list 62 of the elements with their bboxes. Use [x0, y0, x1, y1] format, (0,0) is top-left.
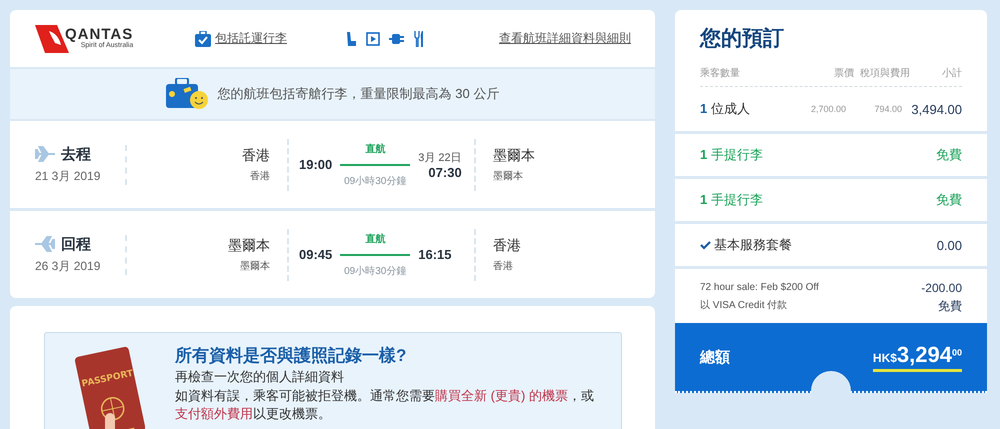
fork-knife-icon — [414, 30, 424, 46]
baggage-price: 免費 — [936, 146, 962, 164]
power-plug-icon — [389, 32, 405, 44]
departure-time: 09:45 — [299, 247, 332, 262]
origin-city: 香港 — [241, 146, 270, 164]
origin-airport: 香港 — [249, 170, 270, 182]
origin-city: 墨爾本 — [227, 236, 270, 254]
passport-warning-text: 如資料有誤，乘客可能被拒登機。通常您需要購買全新 (更貴) 的機票，或 支付額外費用以更改機票。 — [175, 387, 595, 423]
nonstop-label: 直航 — [364, 232, 386, 246]
passport-question: 所有資料是否與護照記錄一樣? — [175, 345, 408, 367]
airplane-icon — [35, 236, 55, 252]
adjustment-label: 72 hour sale: Feb $200 Off — [700, 281, 819, 295]
service-price: 0.00 — [936, 238, 962, 252]
destination-city: 墨爾本 — [493, 146, 535, 164]
flight-details-link[interactable]: 查看航班詳細資料與細則 — [499, 30, 631, 47]
flight-duration: 09小時30分鐘 — [343, 174, 408, 188]
notice-text: 您的航班包括寄艙行李，重量限制最高為 30 公斤 — [218, 85, 500, 103]
warning-link[interactable]: 購買全新 (更貴) 的機票 — [435, 388, 568, 403]
airplane-icon — [35, 146, 55, 162]
nonstop-label: 直航 — [364, 142, 386, 156]
flight-duration: 09小時30分鐘 — [343, 264, 408, 278]
trip-date: 26 3月 2019 — [35, 258, 102, 274]
suitcase-smiley-icon — [166, 78, 208, 110]
arrival-time: 07:30 — [427, 164, 462, 180]
total-amount: HK$3,294$^{00}$ — [872, 342, 962, 372]
logo-wordmark: QANTAS — [65, 27, 134, 42]
departure-time: 19:00 — [299, 157, 332, 172]
adjustment-value: -200.00 — [921, 280, 962, 297]
subtotal-amount: 3,494.00 — [910, 102, 962, 116]
baggage-item-label: 1 手提行李 — [700, 191, 763, 209]
subtotal-header: 小計 — [941, 66, 962, 80]
total-label: 總額 — [700, 348, 730, 366]
passenger-count-header: 乘客數量 — [700, 66, 741, 80]
video-icon — [366, 32, 380, 46]
passenger-label: 1 位成人 — [700, 100, 751, 118]
fare-amount: 2,700.00 — [810, 104, 846, 114]
warning-link[interactable]: 支付額外費用 — [175, 406, 253, 421]
adjustment-label: 以 VISA Credit 付款 — [700, 298, 788, 313]
service-label: 基本服務套餐 — [714, 236, 792, 254]
arrival-date: 3月 22日 — [418, 150, 462, 164]
destination-airport: 香港 — [493, 260, 514, 272]
destination-city: 香港 — [493, 236, 521, 254]
taxes-header: 稅項與費用 — [859, 66, 910, 80]
trip-date: 21 3月 2019 — [35, 168, 102, 184]
arrival-time: 16:15 — [418, 247, 452, 262]
destination-airport: 墨爾本 — [493, 170, 524, 182]
booking-title: 您的預訂 — [700, 26, 785, 52]
trip-direction: 去程 — [61, 144, 91, 164]
flight-line — [340, 254, 410, 256]
baggage-price: 免費 — [936, 191, 962, 209]
trip-direction: 回程 — [61, 234, 91, 254]
baggage-item-label: 1 手提行李 — [700, 146, 763, 164]
checked-bag-icon — [195, 30, 211, 46]
tax-amount: 794.00 — [873, 104, 902, 114]
fare-header: 票價 — [833, 67, 854, 80]
seat-icon — [345, 30, 357, 46]
origin-airport: 墨爾本 — [239, 260, 270, 272]
adjustment-value: 免費 — [938, 298, 962, 315]
passport-subtitle: 再檢查一次您的個人詳細資料 — [175, 368, 345, 386]
flight-line — [340, 164, 410, 166]
baggage-link[interactable]: 包括託運行李 — [215, 30, 287, 47]
checkmark-icon — [700, 240, 711, 250]
